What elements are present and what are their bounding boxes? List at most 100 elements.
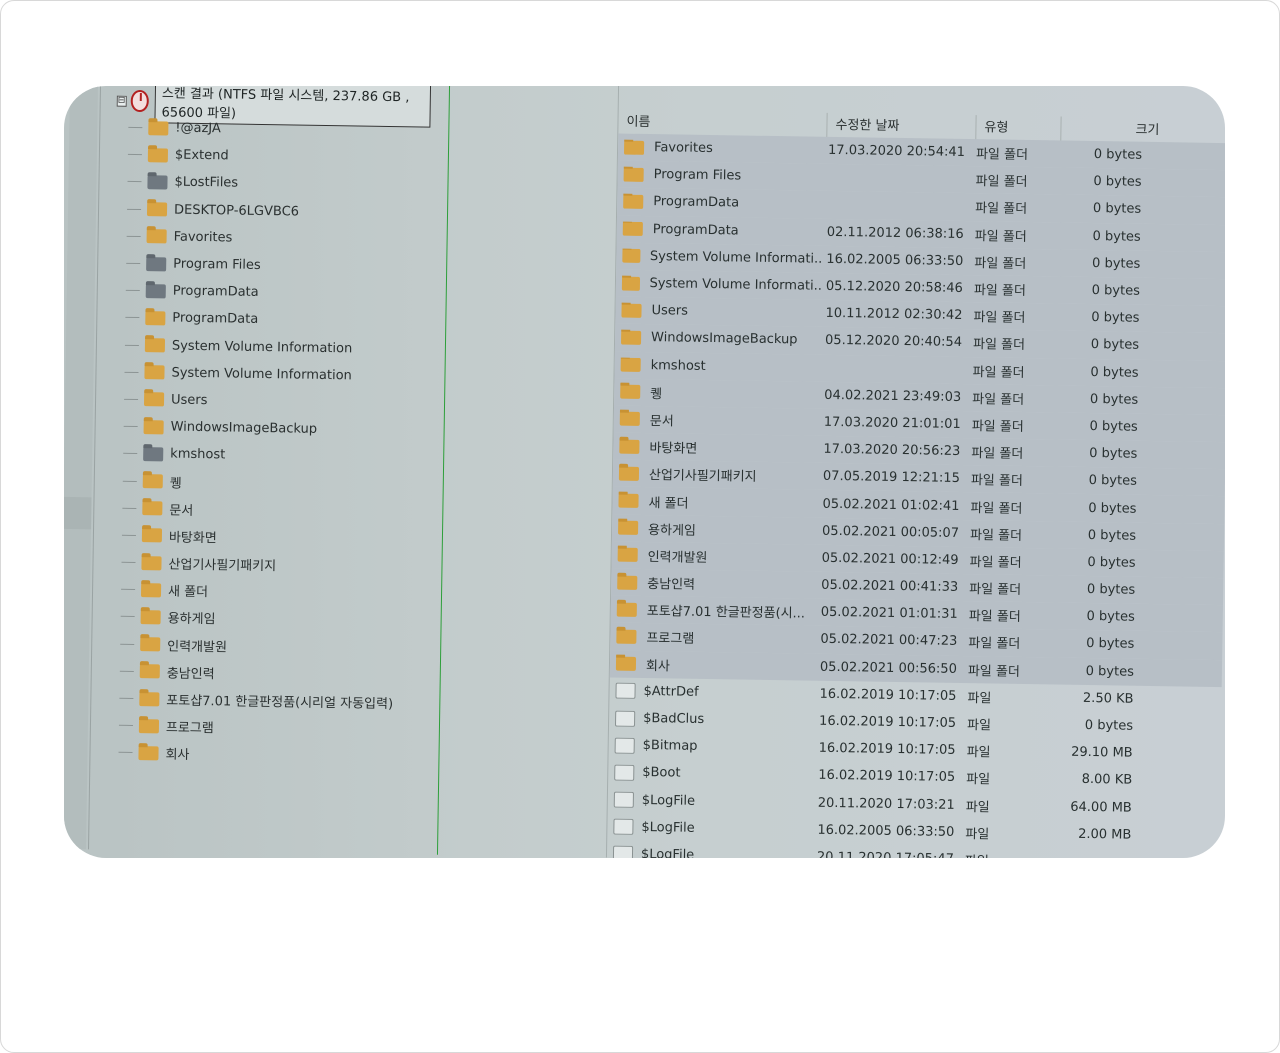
folder-icon bbox=[146, 202, 168, 217]
folder-icon bbox=[138, 718, 160, 734]
cell-type: 파일 폴더 bbox=[973, 310, 1026, 327]
tree-item-label: 회사 bbox=[165, 747, 190, 764]
cell-date: 17.03.2020 20:54:41 bbox=[827, 142, 966, 161]
tree-item-label: kmshost bbox=[170, 446, 226, 463]
row-name-text: $Bitmap bbox=[642, 738, 698, 755]
cell-size: 0 bytes bbox=[1090, 337, 1140, 354]
gutter-tab[interactable] bbox=[64, 496, 92, 530]
tree-item[interactable]: ProgramData bbox=[125, 277, 400, 308]
tree-item[interactable]: Program Files bbox=[126, 250, 400, 281]
row-name-text: $LogFile bbox=[641, 819, 695, 836]
cell-size: 0 bytes bbox=[1091, 283, 1141, 299]
row-name-text: Favorites bbox=[653, 140, 713, 157]
cell-size: 0 bytes bbox=[1093, 147, 1143, 163]
cell-size: 0 bytes bbox=[1089, 418, 1138, 435]
tree-item[interactable]: 퀭 bbox=[122, 467, 397, 498]
folder-tree-pane[interactable]: ⊟ 스캔 결과 (NTFS 파일 시스템, 237.86 GB , 65600 … bbox=[88, 86, 451, 855]
cell-type: 파일 폴더 bbox=[974, 255, 1027, 272]
folder-icon bbox=[618, 520, 639, 536]
folder-icon bbox=[619, 412, 640, 427]
tree-item-label: 용하게임 bbox=[167, 611, 216, 628]
tree-item[interactable]: $Extend bbox=[127, 141, 402, 172]
row-name-text: 포토샵7.01 한글판정품(시... bbox=[646, 604, 806, 622]
cell-date: 16.02.2019 10:17:05 bbox=[818, 740, 956, 759]
tree-connector bbox=[127, 181, 142, 183]
folder-icon bbox=[620, 330, 642, 345]
tree-item[interactable]: 인력개발원 bbox=[120, 630, 394, 661]
cell-size: 0 bytes bbox=[1092, 228, 1141, 245]
folder-icon bbox=[138, 745, 159, 761]
tree-connector bbox=[118, 752, 133, 754]
folder-icon bbox=[147, 147, 169, 163]
tree-connector bbox=[119, 670, 134, 672]
cell-type: 파일 폴더 bbox=[970, 500, 1023, 517]
cell-type: 파일 폴더 bbox=[975, 174, 1028, 191]
tree-item-label: System Volume Information bbox=[171, 338, 353, 356]
row-name-text: $AttrDef bbox=[643, 683, 699, 700]
cell-type: 파일 폴더 bbox=[970, 473, 1023, 490]
tree-item[interactable]: 산업기사필기패키지 bbox=[121, 549, 395, 580]
tree-item[interactable]: 새 폴더 bbox=[121, 576, 395, 607]
tree-item[interactable]: 문서 bbox=[122, 494, 396, 525]
cell-name: $AttrDef bbox=[609, 682, 815, 702]
tree-item[interactable]: kmshost bbox=[123, 440, 397, 471]
cell-name: 바탕화면 bbox=[613, 437, 819, 459]
cell-size: 2.00 MB bbox=[1078, 826, 1132, 843]
tree-item[interactable]: !@azJA bbox=[128, 114, 402, 145]
tree-item-label: $Extend bbox=[174, 147, 229, 164]
tree-item[interactable]: ProgramData bbox=[125, 304, 399, 335]
tree-item[interactable]: 바탕화면 bbox=[121, 522, 396, 553]
tree-item[interactable]: Users bbox=[124, 386, 398, 417]
folder-icon bbox=[620, 384, 641, 400]
tree-item[interactable]: 프로그램 bbox=[118, 712, 393, 743]
folder-icon bbox=[615, 656, 637, 672]
tree-connector bbox=[125, 317, 140, 319]
tree-item[interactable]: 포토샵7.01 한글판정품(시리얼 자동입력) bbox=[119, 685, 393, 716]
tree-item[interactable]: System Volume Information bbox=[124, 331, 399, 362]
tree-item-label: 프로그램 bbox=[165, 720, 214, 737]
cell-date: 02.11.2012 06:38:16 bbox=[826, 224, 964, 242]
row-name-text: Users bbox=[651, 303, 689, 319]
row-name-text: ProgramData bbox=[653, 194, 740, 211]
folder-icon bbox=[618, 466, 640, 481]
folder-icon bbox=[619, 439, 640, 454]
row-name-text: $LogFile bbox=[640, 846, 695, 858]
tree-item[interactable]: Favorites bbox=[126, 223, 400, 254]
collapse-icon[interactable]: ⊟ bbox=[116, 95, 127, 107]
folder-icon bbox=[622, 248, 641, 264]
cell-size: 0 bytes bbox=[1087, 527, 1137, 544]
cell-name: ProgramData bbox=[617, 194, 823, 212]
tree-item-label: 바탕화면 bbox=[168, 530, 217, 547]
file-list-pane[interactable]: 이름 수정한 날짜 유형 크기 Favorites 17.03.2020 20:5… bbox=[605, 86, 1225, 858]
tree-item[interactable]: 용하게임 bbox=[120, 603, 394, 634]
cell-date: 05.02.2021 00:05:07 bbox=[821, 523, 960, 541]
folder-icon bbox=[620, 357, 641, 373]
tree-item[interactable]: WindowsImageBackup bbox=[123, 413, 397, 444]
folder-icon bbox=[143, 446, 164, 462]
tree-item[interactable]: $LostFiles bbox=[127, 168, 401, 199]
cell-size: 0 bytes bbox=[1088, 473, 1138, 490]
tree-item[interactable]: 회사 bbox=[118, 739, 392, 770]
cell-date: 16.02.2005 06:33:50 bbox=[817, 822, 955, 840]
folder-icon bbox=[140, 582, 162, 598]
row-name-text: 충남인력 bbox=[647, 577, 696, 593]
folder-icon bbox=[140, 610, 161, 625]
cell-size: 0 bytes bbox=[1086, 609, 1135, 625]
tree-connector bbox=[123, 425, 138, 428]
cell-size: 0 bytes bbox=[1091, 310, 1140, 326]
folder-icon bbox=[623, 140, 645, 155]
cell-size: 0 bytes bbox=[1084, 717, 1134, 734]
cell-date: 05.02.2021 01:02:41 bbox=[822, 496, 960, 514]
splitter-line[interactable] bbox=[436, 86, 451, 855]
folder-icon bbox=[144, 365, 165, 380]
folder-icon bbox=[616, 602, 637, 617]
folder-icon bbox=[621, 276, 640, 291]
tree-item[interactable]: DESKTOP-6LGVBC6 bbox=[127, 195, 401, 226]
cell-type: 파일 bbox=[965, 850, 1041, 858]
tree-item[interactable]: System Volume Information bbox=[124, 359, 398, 390]
folder-icon bbox=[140, 637, 161, 652]
tree-item-label: 산업기사필기패키지 bbox=[168, 557, 277, 575]
tree-item[interactable]: 충남인력 bbox=[119, 658, 394, 689]
tree-item-label: DESKTOP-6LGVBC6 bbox=[173, 202, 300, 220]
folder-icon bbox=[617, 575, 638, 590]
